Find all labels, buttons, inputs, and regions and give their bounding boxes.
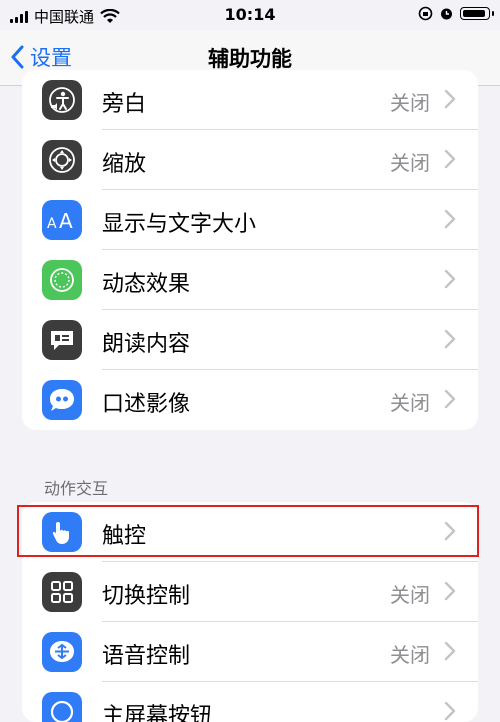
setting-label: 动态效果 bbox=[102, 272, 191, 297]
setting-value: 关闭 bbox=[390, 583, 430, 607]
orientation-lock-icon bbox=[418, 6, 433, 21]
setting-label: 口述影像 bbox=[102, 392, 191, 417]
setting-row-display-text-size[interactable]: A A 显示与文字大小 bbox=[22, 190, 478, 250]
chevron-right-icon bbox=[444, 581, 456, 601]
setting-row-voice-control[interactable]: 语音控制 关闭 bbox=[22, 622, 478, 682]
setting-row-switch-control[interactable]: 切换控制 关闭 bbox=[22, 562, 478, 622]
setting-label: 语音控制 bbox=[102, 644, 191, 669]
setting-row-spoken-content[interactable]: 朗读内容 bbox=[22, 310, 478, 370]
chevron-right-icon bbox=[444, 149, 456, 169]
chevron-right-icon bbox=[444, 701, 456, 721]
setting-row-voiceover[interactable]: 旁白 关闭 bbox=[22, 70, 478, 130]
setting-row-touch[interactable]: 触控 bbox=[22, 502, 478, 562]
chevron-right-icon bbox=[444, 89, 456, 109]
motion-icon bbox=[42, 260, 82, 300]
setting-value: 关闭 bbox=[390, 643, 430, 667]
setting-label: 切换控制 bbox=[102, 584, 191, 609]
switch-control-icon bbox=[42, 572, 82, 612]
setting-label: 主屏幕按钮 bbox=[102, 704, 213, 722]
svg-text:A: A bbox=[47, 216, 57, 232]
setting-label: 触控 bbox=[102, 524, 147, 549]
physical-motor-settings-group: 触控 切换控制 关闭 语音控制 关闭 主屏幕按钮 bbox=[22, 502, 478, 722]
page-title: 辅助功能 bbox=[208, 47, 292, 71]
setting-value: 关闭 bbox=[390, 91, 430, 115]
section-header-physical-motor: 动作交互 bbox=[44, 479, 109, 498]
voiceover-icon bbox=[42, 80, 82, 120]
setting-label: 朗读内容 bbox=[102, 332, 191, 357]
setting-value: 关闭 bbox=[390, 151, 430, 175]
setting-row-home-button[interactable]: 主屏幕按钮 bbox=[22, 682, 478, 722]
setting-row-audio-descriptions[interactable]: 口述影像 关闭 bbox=[22, 370, 478, 430]
setting-row-zoom[interactable]: 缩放 关闭 bbox=[22, 130, 478, 190]
audio-description-icon bbox=[42, 380, 82, 420]
vision-settings-group: 旁白 关闭 缩放 关闭 A A 显示与文字大小 动态效果 朗读内容 口述影像 关… bbox=[22, 70, 478, 430]
chevron-right-icon bbox=[444, 389, 456, 409]
svg-text:A: A bbox=[59, 209, 73, 232]
battery-icon bbox=[460, 7, 494, 20]
setting-value: 关闭 bbox=[390, 391, 430, 415]
home-button-icon bbox=[42, 692, 82, 722]
text-size-icon: A A bbox=[42, 200, 82, 240]
chevron-right-icon bbox=[444, 329, 456, 349]
status-bar: 中国联通 10:14 bbox=[0, 0, 500, 30]
setting-label: 旁白 bbox=[102, 92, 147, 117]
chevron-right-icon bbox=[444, 521, 456, 541]
chevron-right-icon bbox=[444, 269, 456, 289]
chevron-right-icon bbox=[444, 209, 456, 229]
setting-row-motion[interactable]: 动态效果 bbox=[22, 250, 478, 310]
zoom-icon bbox=[42, 140, 82, 180]
setting-label: 缩放 bbox=[102, 152, 147, 177]
spoken-content-icon bbox=[42, 320, 82, 360]
chevron-right-icon bbox=[444, 641, 456, 661]
voice-control-icon bbox=[42, 632, 82, 672]
setting-label: 显示与文字大小 bbox=[102, 212, 257, 237]
alarm-icon bbox=[441, 8, 452, 20]
touch-icon bbox=[42, 512, 82, 552]
status-right bbox=[418, 6, 494, 21]
